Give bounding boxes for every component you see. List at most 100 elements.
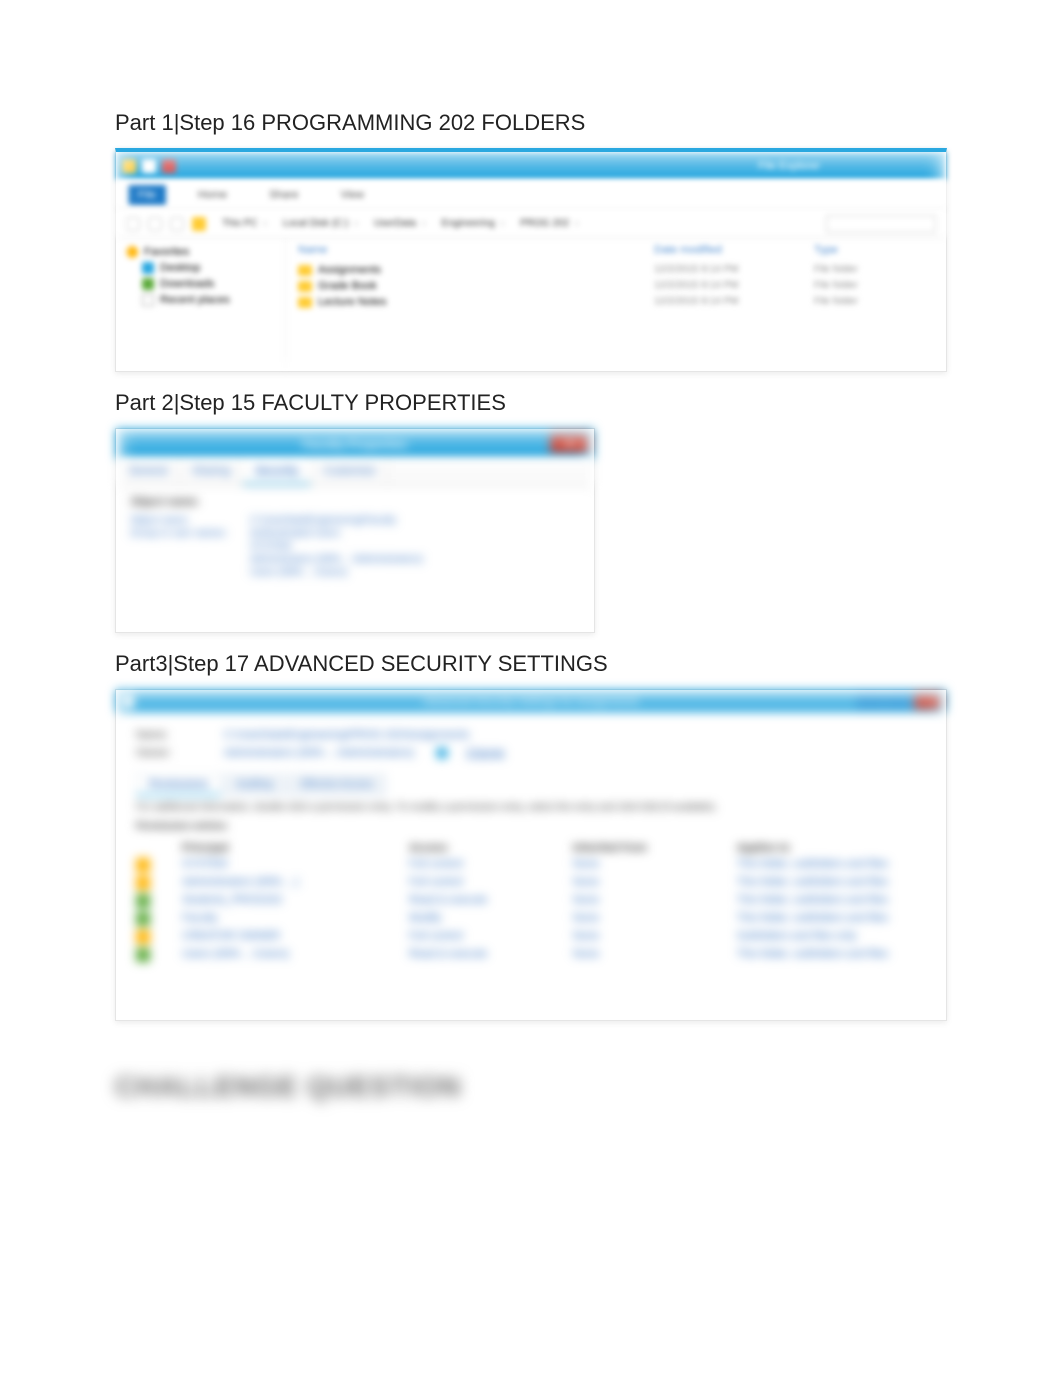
user-icon: [136, 858, 150, 872]
group-icon: [136, 912, 150, 926]
tab-sharing[interactable]: Sharing: [180, 459, 243, 485]
star-icon: [126, 246, 138, 258]
sidebar-recent[interactable]: Recent places: [126, 292, 275, 308]
subtab-effective[interactable]: Effective Access: [288, 774, 387, 796]
properties-body: Object name: Object name:C:\UserData\Eng…: [116, 486, 594, 589]
file-row[interactable]: Lecture Notes 12/2/2015 9:14 PM File fol…: [298, 294, 934, 310]
file-name: Assignments: [318, 264, 381, 276]
perm-access: Full control: [409, 858, 567, 872]
explorer-address-bar[interactable]: This PC Local Disk (C:) UserData Enginee…: [116, 210, 946, 238]
col-date[interactable]: Date modified: [654, 244, 814, 256]
part3-heading: Part3|Step 17 ADVANCED SECURITY SETTINGS: [115, 651, 947, 677]
tab-general[interactable]: General: [116, 459, 180, 485]
folder-icon: [298, 297, 312, 308]
perm-row[interactable]: Students_PROG202Read & executeNoneThis f…: [136, 892, 926, 910]
explorer-filelist: Name Date modified Type Assignments 12/2…: [286, 238, 946, 371]
perm-row[interactable]: Users (WIN-…\Users)Read & executeNoneThi…: [136, 946, 926, 964]
drive-icon: [192, 217, 206, 231]
folder-icon: [298, 265, 312, 276]
nav-back-icon[interactable]: [126, 217, 140, 231]
ribbon-share[interactable]: Share: [259, 185, 308, 205]
prop-key: [130, 567, 250, 578]
search-input[interactable]: [826, 215, 936, 233]
object-name-label: Object name:: [130, 496, 580, 508]
arrow-icon: [142, 159, 156, 173]
tab-security[interactable]: Security: [243, 459, 311, 485]
change-owner-link[interactable]: Change: [466, 747, 505, 759]
advsec-subtabs: Permissions Auditing Effective Access: [136, 774, 926, 796]
perm-principal: CREATOR OWNER: [182, 930, 403, 944]
perm-applies: This folder, subfolders and files: [737, 858, 926, 872]
perm-access: Read & execute: [409, 948, 567, 962]
permissions-table: Principal Access Inherited from Applies …: [136, 840, 926, 964]
perm-principal: Users (WIN-…\Users): [182, 948, 403, 962]
perm-row[interactable]: Administrators (WIN-…)Full controlNoneTh…: [136, 874, 926, 892]
perm-applies: This folder, subfolders and files: [737, 948, 926, 962]
perm-row[interactable]: Faculty Modify None This folder, subfolders…: [136, 910, 926, 928]
col-inherited[interactable]: Inherited from: [573, 842, 731, 854]
sidebar-label: Desktop: [160, 262, 200, 274]
recent-icon: [142, 294, 154, 306]
subtab-permissions[interactable]: Permissions: [136, 774, 221, 796]
properties-screenshot: Faculty Properties ✕ General Sharing Sec…: [115, 428, 595, 633]
file-date: 12/2/2015 9:14 PM: [654, 264, 814, 276]
col-principal[interactable]: Principal: [182, 842, 403, 854]
properties-titlebar: Faculty Properties ✕: [116, 429, 594, 459]
sidebar-downloads[interactable]: Downloads: [126, 276, 275, 292]
crumb-4[interactable]: PROG 202: [516, 218, 582, 229]
explorer-titlebar: File Explorer: [116, 152, 946, 180]
col-applies[interactable]: Applies to: [737, 842, 926, 854]
ribbon-file[interactable]: File: [128, 185, 166, 205]
subtab-auditing[interactable]: Auditing: [223, 774, 285, 796]
group-icon: [136, 948, 150, 962]
col-name[interactable]: Name: [298, 244, 654, 256]
tab-customize[interactable]: Customize: [311, 459, 388, 485]
maximize-icon[interactable]: [885, 693, 913, 709]
col-type[interactable]: Type: [814, 244, 934, 256]
perm-inh: None: [573, 894, 731, 908]
col-access[interactable]: Access: [409, 842, 567, 854]
user-icon: [136, 876, 150, 890]
perm-row[interactable]: CREATOR OWNERFull controlNoneSubfolders …: [136, 928, 926, 946]
nav-up-icon[interactable]: [170, 217, 184, 231]
nav-fwd-icon[interactable]: [148, 217, 162, 231]
perm-row[interactable]: SYSTEM Full control None This folder, subfo…: [136, 856, 926, 874]
perm-access: Read & execute: [409, 894, 567, 908]
perm-access: Modify: [409, 912, 567, 926]
perm-inh: None: [573, 930, 731, 944]
file-row[interactable]: Assignments 12/2/2015 9:14 PM File folde…: [298, 262, 934, 278]
perm-inh: None: [573, 858, 731, 872]
crumb-0[interactable]: This PC: [218, 218, 271, 229]
shield-icon: [122, 695, 134, 707]
close-icon[interactable]: ✕: [550, 433, 590, 453]
prop-val: C:\UserData\Engineering\Faculty: [250, 515, 580, 526]
part2-heading: Part 2|Step 15 FACULTY PROPERTIES: [115, 390, 947, 416]
crumb-1[interactable]: Local Disk (C:): [279, 218, 362, 229]
ribbon-view[interactable]: View: [330, 185, 374, 205]
file-row[interactable]: Grade Book 12/2/2015 9:14 PM File folder: [298, 278, 934, 294]
perm-principal: SYSTEM: [182, 858, 403, 872]
explorer-title-text: File Explorer: [758, 160, 940, 172]
prop-val: Users (WIN-…\Users): [250, 567, 580, 578]
minimize-icon[interactable]: [856, 693, 884, 709]
advsec-note: For additional information, double-click…: [136, 802, 926, 813]
perm-principal: Faculty: [182, 912, 403, 926]
sidebar-favorites[interactable]: Favorites: [126, 244, 275, 260]
part1-heading: Part 1|Step 16 PROGRAMMING 202 FOLDERS: [115, 110, 947, 136]
window-controls[interactable]: [856, 693, 942, 709]
perm-inh: None: [573, 912, 731, 926]
perm-applies: Subfolders and files only: [737, 930, 926, 944]
ribbon-home[interactable]: Home: [188, 185, 237, 205]
close-icon[interactable]: [914, 693, 942, 709]
crumb-3[interactable]: Engineering: [437, 218, 508, 229]
perm-applies: This folder, subfolders and files: [737, 912, 926, 926]
prop-key: [130, 541, 250, 552]
sidebar-desktop[interactable]: Desktop: [126, 260, 275, 276]
perm-access: Full control: [409, 876, 567, 890]
challenge-heading: CHALLENGE QUESTION: [115, 1071, 947, 1103]
crumb-2[interactable]: UserData: [370, 218, 430, 229]
perm-applies: This folder, subfolders and files: [737, 876, 926, 890]
user-icon: [436, 747, 448, 759]
group-icon: [136, 894, 150, 908]
sidebar-label: Recent places: [160, 294, 230, 306]
